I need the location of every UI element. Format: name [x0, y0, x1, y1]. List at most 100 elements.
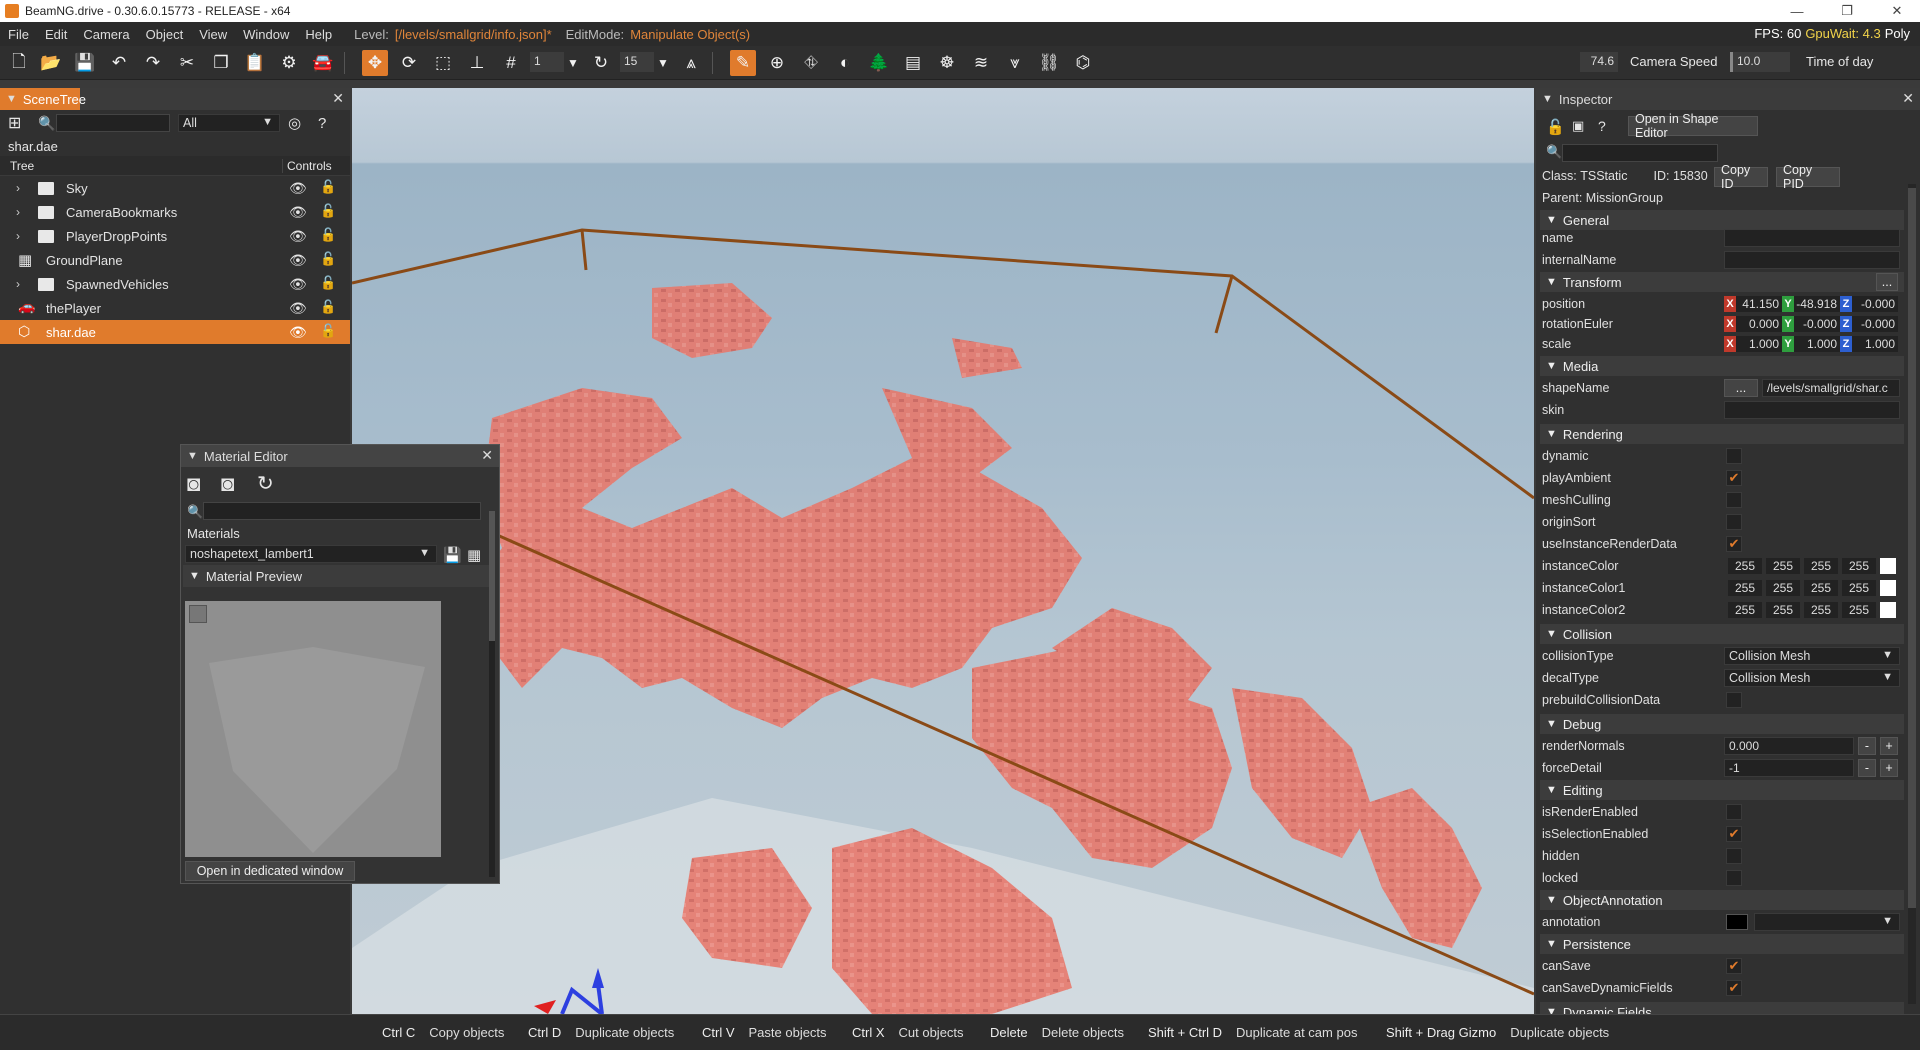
radar-icon[interactable]: ◎: [288, 114, 301, 132]
ai-tool-icon[interactable]: ☸: [934, 50, 960, 76]
scale-z-input[interactable]: 1.000: [1852, 336, 1898, 352]
material-editor-close-icon[interactable]: ✕: [481, 447, 493, 464]
scenetree-close-icon[interactable]: ✕: [332, 90, 344, 107]
visibility-eye-icon[interactable]: 👁: [289, 252, 307, 269]
rendernormals-input-increment-button[interactable]: +: [1880, 737, 1898, 755]
paste-icon[interactable]: 📋: [242, 50, 268, 76]
transform-options-button[interactable]: ...: [1876, 273, 1898, 291]
copy-icon[interactable]: ❐: [208, 50, 234, 76]
rotate-gizmo-icon[interactable]: ⟳: [396, 50, 422, 76]
create-object-icon[interactable]: ⊕: [764, 50, 790, 76]
rotation-x-input[interactable]: 0.000: [1736, 316, 1782, 332]
expand-arrow-icon[interactable]: ›: [16, 181, 20, 195]
forest-tool-icon[interactable]: 🌲: [866, 50, 892, 76]
redo-icon[interactable]: ↷: [140, 50, 166, 76]
refresh-icon[interactable]: ↻: [257, 471, 274, 496]
cansave-checkbox[interactable]: ✔: [1726, 958, 1742, 974]
section-editing[interactable]: ▼ Editing: [1540, 780, 1904, 800]
instancecolor1-channel-input[interactable]: 255: [1804, 580, 1838, 596]
section-dynamic-fields[interactable]: ▼ Dynamic Fields: [1540, 1002, 1904, 1014]
collapse-triangle-icon[interactable]: ▼: [6, 93, 17, 105]
terrain-paint-icon[interactable]: ◐: [832, 50, 858, 76]
translate-gizmo-icon[interactable]: ✥: [362, 50, 388, 76]
scale-gizmo-icon[interactable]: ⬚: [430, 50, 456, 76]
rendernormals-input-decrement-button[interactable]: -: [1858, 737, 1876, 755]
position-x-input[interactable]: 41.150: [1736, 296, 1782, 312]
expand-arrow-icon[interactable]: ›: [16, 229, 20, 243]
cut-icon[interactable]: ✂: [174, 50, 200, 76]
originsort-checkbox[interactable]: [1726, 514, 1742, 530]
navgraph-icon[interactable]: ⛓: [1036, 50, 1062, 76]
locked-checkbox[interactable]: [1726, 870, 1742, 886]
edit-pencil-icon[interactable]: ✎: [730, 50, 756, 76]
visibility-eye-icon[interactable]: 👁: [289, 324, 307, 341]
hidden-checkbox[interactable]: [1726, 848, 1742, 864]
skin-input[interactable]: [1724, 401, 1900, 419]
forcedetail-input-decrement-button[interactable]: -: [1858, 759, 1876, 777]
material-checker-icon[interactable]: ◙: [187, 471, 200, 497]
section-debug[interactable]: ▼ Debug: [1540, 714, 1904, 734]
dynamic-checkbox[interactable]: [1726, 448, 1742, 464]
menu-window[interactable]: Window: [235, 27, 297, 42]
material-checker-alt-icon[interactable]: ◙: [221, 471, 234, 497]
tree-row[interactable]: › CameraBookmarks 👁 🔓: [0, 200, 350, 224]
rotation-snap-value[interactable]: 15: [620, 52, 654, 72]
menu-object[interactable]: Object: [138, 27, 192, 42]
annotation-select[interactable]: ▼: [1754, 913, 1900, 931]
playambient-checkbox[interactable]: ✔: [1726, 470, 1742, 486]
visibility-eye-icon[interactable]: 👁: [289, 180, 307, 197]
lock-icon[interactable]: 🔓: [320, 203, 336, 219]
rotation-snap-dropdown-icon[interactable]: ▼: [650, 50, 676, 76]
visibility-eye-icon[interactable]: 👁: [289, 204, 307, 221]
inspector-close-icon[interactable]: ✕: [1902, 90, 1914, 107]
visibility-eye-icon[interactable]: 👁: [289, 276, 307, 293]
isrenderenabled-checkbox[interactable]: [1726, 804, 1742, 820]
menu-edit[interactable]: Edit: [37, 27, 75, 42]
section-objectannotation[interactable]: ▼ ObjectAnnotation: [1540, 890, 1904, 910]
section-general[interactable]: ▼ General: [1540, 210, 1904, 230]
tree-row[interactable]: › SpawnedVehicles 👁 🔓: [0, 272, 350, 296]
save-icon[interactable]: 💾: [443, 546, 462, 564]
material-preview-section[interactable]: ▼ Material Preview: [183, 565, 489, 587]
annotation-color-swatch[interactable]: [1726, 914, 1748, 930]
tree-row[interactable]: ⬡ shar.dae 👁 🔓: [0, 320, 350, 344]
scale-x-input[interactable]: 1.000: [1736, 336, 1782, 352]
material-list-icon[interactable]: ▦: [467, 546, 481, 564]
forcedetail-input[interactable]: -1: [1724, 759, 1854, 777]
instancecolor1-channel-input[interactable]: 255: [1766, 580, 1800, 596]
useinstancerenderdata-checkbox[interactable]: ✔: [1726, 536, 1742, 552]
position-y-input[interactable]: -48.918: [1794, 296, 1840, 312]
grid-snap-icon[interactable]: #: [498, 50, 524, 76]
inspector-search-input[interactable]: [1562, 144, 1718, 162]
section-rendering[interactable]: ▼ Rendering: [1540, 424, 1904, 444]
instancecolor1-channel-input[interactable]: 255: [1728, 580, 1762, 596]
instancecolor-swatch[interactable]: [1880, 558, 1896, 574]
rotation-y-input[interactable]: -0.000: [1794, 316, 1840, 332]
isselectionenabled-checkbox[interactable]: ✔: [1726, 826, 1742, 842]
help-icon[interactable]: ?: [1598, 118, 1606, 134]
instancecolor2-channel-input[interactable]: 255: [1766, 602, 1800, 618]
open-shape-editor-button[interactable]: Open in Shape Editor: [1628, 112, 1758, 140]
help-icon[interactable]: ?: [318, 115, 326, 132]
visibility-eye-icon[interactable]: 👁: [289, 300, 307, 317]
undo-icon[interactable]: ↶: [106, 50, 132, 76]
decaltype-select[interactable]: Collision Mesh ▼: [1724, 669, 1900, 687]
river-tool-icon[interactable]: ≋: [968, 50, 994, 76]
collapse-triangle-icon[interactable]: ▼: [1542, 93, 1553, 105]
section-media[interactable]: ▼ Media: [1540, 356, 1904, 376]
instancecolor-channel-input[interactable]: 255: [1766, 558, 1800, 574]
lock-icon[interactable]: 🔓: [320, 251, 336, 267]
instancecolor-channel-input[interactable]: 255: [1842, 558, 1876, 574]
grid-snap-dropdown-icon[interactable]: ▼: [560, 50, 586, 76]
tree-row[interactable]: › Sky 👁 🔓: [0, 176, 350, 200]
menu-view[interactable]: View: [191, 27, 235, 42]
tree-row[interactable]: 🚗 thePlayer 👁 🔓: [0, 296, 350, 320]
name-input[interactable]: [1724, 229, 1900, 247]
snap-to-terrain-icon[interactable]: ⩓: [678, 50, 704, 76]
material-search-input[interactable]: [203, 502, 481, 520]
instancecolor2-swatch[interactable]: [1880, 602, 1896, 618]
prebuildcollisiondata-checkbox[interactable]: [1726, 692, 1742, 708]
decal-tool-icon[interactable]: ▤: [900, 50, 926, 76]
scenetree-filter-select[interactable]: All ▼: [178, 114, 280, 132]
camera-speed-value[interactable]: 10.0: [1730, 52, 1790, 72]
